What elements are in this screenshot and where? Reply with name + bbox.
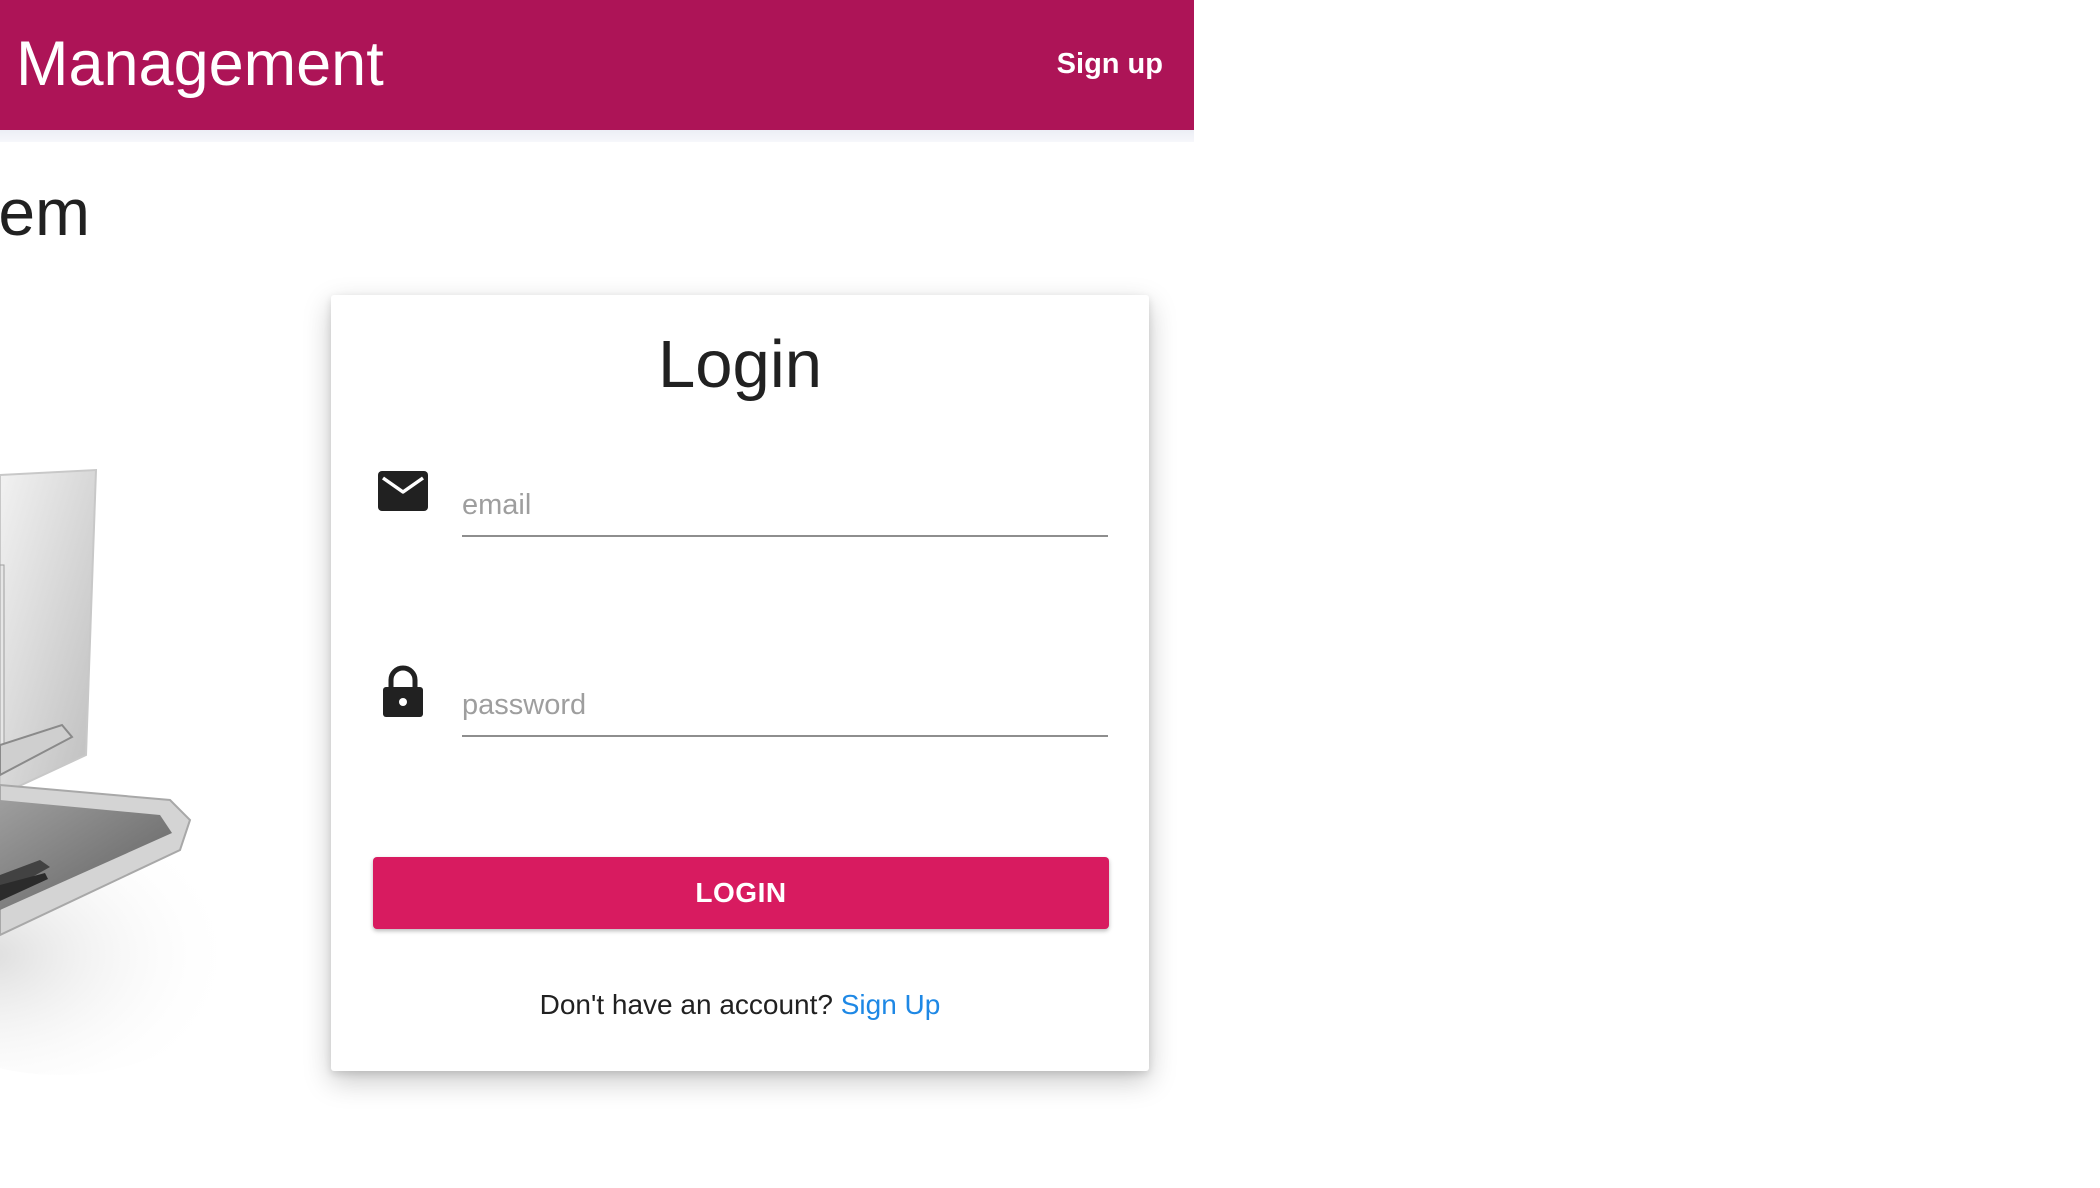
- envelope-icon: [376, 465, 430, 519]
- nav-signup-link[interactable]: Sign up: [1057, 44, 1163, 84]
- password-field-wrapper: [462, 675, 1108, 741]
- email-input[interactable]: [462, 475, 1108, 537]
- app-bar-divider: [0, 130, 1194, 142]
- app-bar: Management Sign up: [0, 0, 1194, 130]
- login-button[interactable]: LOGIN: [373, 857, 1109, 929]
- lock-icon: [376, 665, 430, 719]
- signup-link[interactable]: Sign Up: [841, 989, 941, 1020]
- app-title: Management: [16, 29, 384, 99]
- signup-prompt-text: Don't have an account?: [539, 989, 841, 1020]
- laptop-illustration: [0, 468, 220, 1075]
- email-field-wrapper: [462, 475, 1108, 541]
- signup-prompt: Don't have an account? Sign Up: [331, 985, 1149, 1025]
- app-viewport: Management Sign up em Login email LOGIN …: [0, 0, 1194, 1188]
- login-title: Login: [658, 327, 822, 402]
- page-heading: em: [0, 175, 90, 249]
- password-input[interactable]: [462, 675, 1108, 737]
- login-card: Login LOGIN Don't have an account? Sign …: [331, 295, 1149, 1071]
